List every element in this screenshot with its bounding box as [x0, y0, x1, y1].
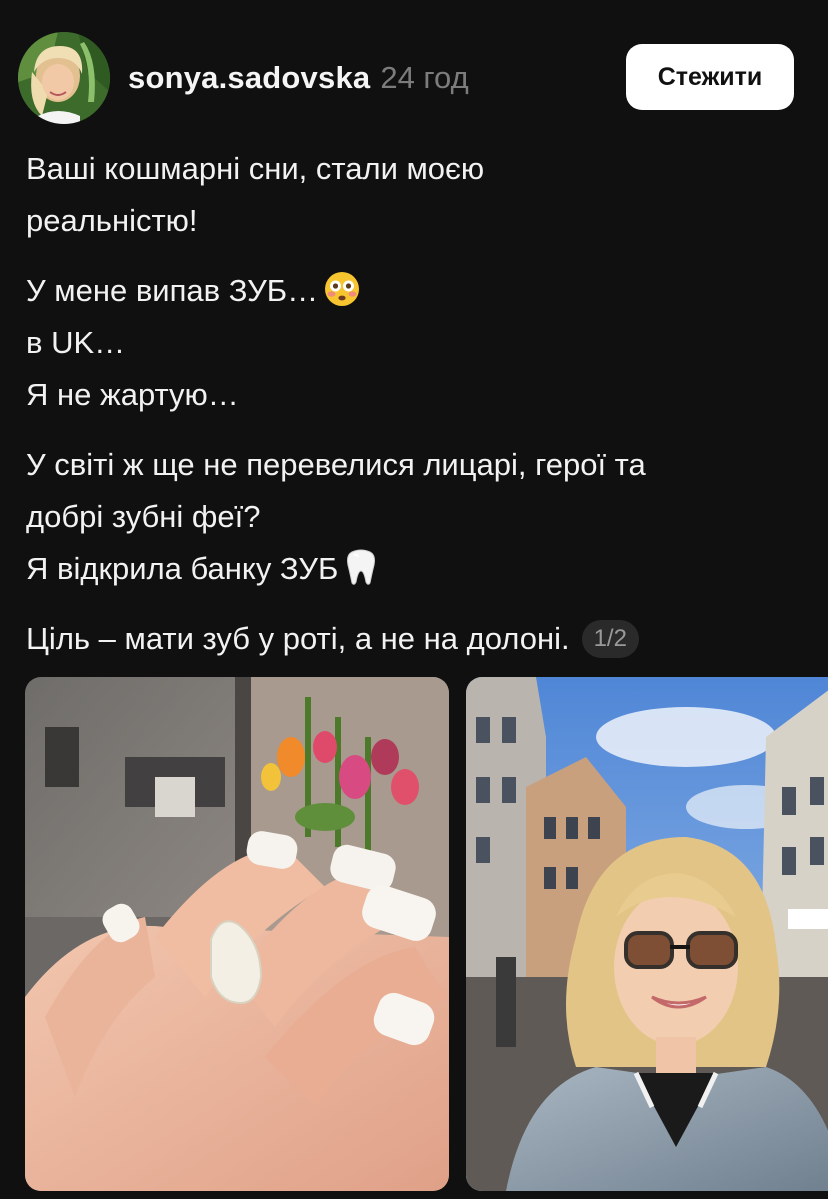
photo-selfie-street-image [466, 677, 828, 1191]
avatar[interactable] [18, 32, 110, 124]
username[interactable]: sonya.sadovska [128, 60, 370, 95]
text-line: Ціль – мати зуб у роті, а не на долоні. [26, 621, 570, 656]
media-carousel[interactable] [25, 677, 828, 1193]
text-line-with-emoji: Я відкрила банку ЗУБ [26, 543, 796, 595]
avatar-image [18, 32, 110, 124]
text-line: Ваші кошмарні сни, стали моєю [26, 151, 485, 186]
tooth-icon [347, 549, 376, 585]
paragraph-1: Ваші кошмарні сни, стали моєю реальністю… [26, 143, 796, 247]
text-line: У світі ж ще не перевелися лицарі, герої… [26, 447, 646, 482]
text-line: реальністю! [26, 203, 198, 238]
post-header: sonya.sadovska 24 год Стежити [0, 0, 828, 140]
photo-selfie-street[interactable] [466, 677, 828, 1191]
text-line: У мене випав ЗУБ… [26, 273, 319, 308]
photo-tooth-in-hand[interactable] [25, 677, 449, 1191]
author-line: sonya.sadovska 24 год [128, 58, 469, 98]
text-line-with-counter: Ціль – мати зуб у роті, а не на долоні. 1… [26, 613, 796, 665]
text-line-with-emoji: У мене випав ЗУБ… [26, 265, 796, 317]
text-line: добрі зубні феї? [26, 499, 261, 534]
text-line: Я відкрила банку ЗУБ [26, 551, 339, 586]
photo-tooth-in-hand-image [25, 677, 449, 1191]
text-line: Я не жартую… [26, 377, 239, 412]
post-text: Ваші кошмарні сни, стали моєю реальністю… [26, 143, 796, 683]
flushed-face-icon [325, 272, 360, 306]
paragraph-4: Ціль – мати зуб у роті, а не на долоні. 1… [26, 613, 796, 665]
post-card: sonya.sadovska 24 год Стежити Ваші кошмар… [0, 0, 828, 1199]
paragraph-3: У світі ж ще не перевелися лицарі, герої… [26, 439, 796, 595]
media-counter: 1/2 [581, 620, 639, 658]
follow-button[interactable]: Стежити [626, 44, 794, 110]
text-line: в UK… [26, 325, 126, 360]
timestamp: 24 год [380, 60, 469, 95]
paragraph-2: У мене випав ЗУБ… в UK… Я не жартую… [26, 265, 796, 421]
